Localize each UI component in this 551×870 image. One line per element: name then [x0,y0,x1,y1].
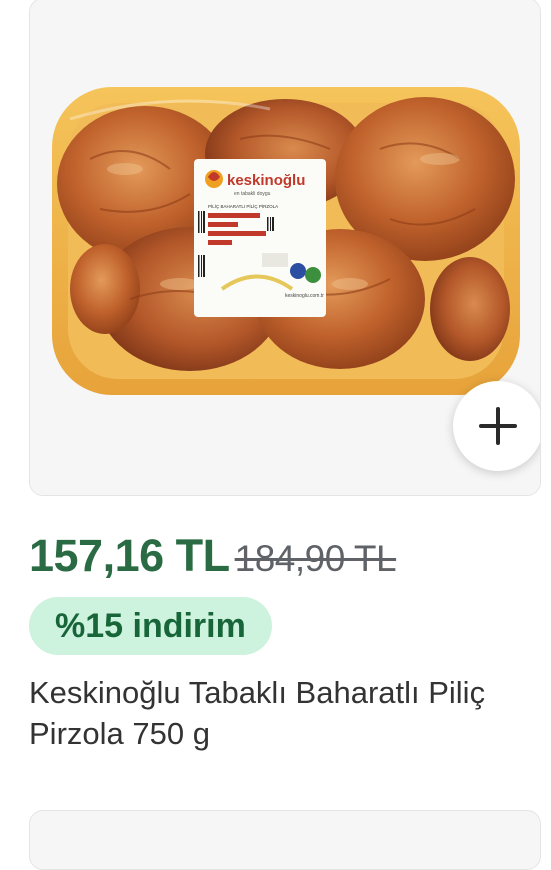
price-row: 157,16 TL 184,90 TL [29,530,397,582]
label-brand: keskinoğlu [227,172,305,189]
svg-text:keskinoglu.com.tr: keskinoglu.com.tr [285,293,324,299]
package-label: keskinoğlu en tabakli doygu PİLİÇ BAHARA… [194,159,326,317]
label-subtitle: PİLİÇ BAHARATLI PİLİÇ PİRZOLA [208,203,278,209]
label-tagline: en tabakli doygu [234,191,271,197]
product-name[interactable]: Keskinoğlu Tabaklı Baharatlı Piliç Pirzo… [29,672,529,754]
old-price: 184,90 TL [234,538,397,579]
plus-icon [479,407,517,445]
product-card[interactable]: keskinoğlu en tabakli doygu PİLİÇ BAHARA… [29,0,541,496]
discount-badge: %15 indirim [29,597,272,655]
current-price: 157,16 TL [29,530,230,581]
add-to-cart-button[interactable] [453,381,540,471]
next-product-card[interactable] [29,810,541,870]
